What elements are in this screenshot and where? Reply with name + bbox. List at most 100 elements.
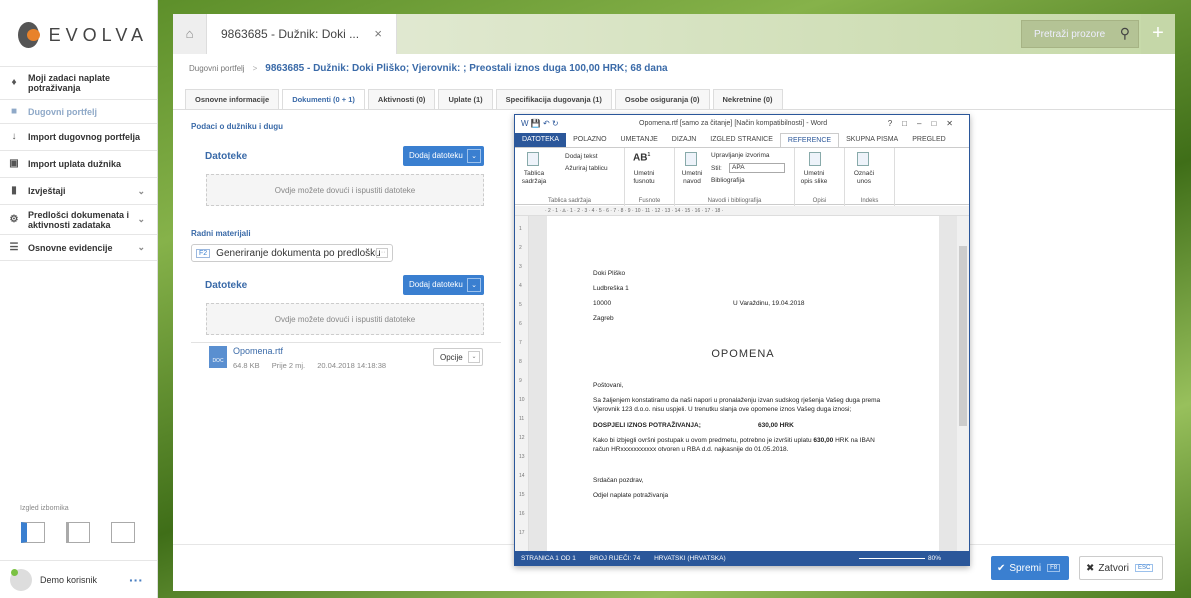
- word-tab-skupna-pisma[interactable]: SKUPNA PISMA: [839, 133, 905, 147]
- layout-option-hidden-icon[interactable]: [111, 522, 135, 543]
- layout-option-full-icon[interactable]: [21, 522, 45, 543]
- recipient-name: Doki Pliško: [593, 270, 626, 277]
- scrollbar-thumb[interactable]: [959, 246, 967, 426]
- chevron-down-icon[interactable]: ⌄: [468, 351, 480, 363]
- close-label: Zatvori: [1098, 562, 1129, 574]
- word-titlebar[interactable]: W 💾 ↶ ↻ Opomena.rtf [samo za čitanje] [N…: [515, 115, 969, 133]
- tab-osnovne-informacije[interactable]: Osnovne informacije: [185, 89, 280, 109]
- sidebar-item-import-uplata[interactable]: ▣ Import uplata dužnika: [0, 150, 157, 177]
- style-select[interactable]: APA: [729, 163, 785, 173]
- word-tab-datoteka[interactable]: DATOTEKA: [515, 133, 567, 147]
- mark-entry-icon[interactable]: [857, 152, 869, 166]
- ruler-tick: 14: [519, 473, 525, 479]
- footnote-icon[interactable]: AB1: [633, 152, 650, 163]
- language[interactable]: HRVATSKI (HRVATSKA): [654, 555, 726, 562]
- word-tab-pregled[interactable]: PREGLED: [905, 133, 952, 147]
- generate-document-button[interactable]: F2 Generiranje dokumenta po predlošku ··…: [191, 244, 393, 262]
- table-of-contents-icon[interactable]: [527, 152, 539, 166]
- vertical-scrollbar[interactable]: [957, 216, 969, 551]
- document-page[interactable]: Doki Pliško Ludbreška 1 10000 U Varaždin…: [547, 216, 939, 551]
- evolva-logo[interactable]: EVOLVA: [18, 20, 148, 50]
- window-tab[interactable]: 9863685 - Dužnik: Doki ... ×: [207, 14, 397, 54]
- word-window[interactable]: W 💾 ↶ ↻ Opomena.rtf [samo za čitanje] [N…: [514, 114, 970, 566]
- more-options-button[interactable]: ···: [376, 248, 388, 258]
- word-tab-umetanje[interactable]: UMETANJE: [614, 133, 665, 147]
- chevron-down-icon: ⌄: [137, 242, 145, 252]
- window-controls[interactable]: ?□–□✕: [888, 115, 963, 133]
- close-button[interactable]: ✖ Zatvori ESC: [1079, 556, 1163, 580]
- ruler-tick: 7: [519, 340, 522, 346]
- sidebar-item-import-portfelja[interactable]: ↓ Import dugovnog portfelja: [0, 123, 157, 150]
- word-tab-izgled-stranice[interactable]: IZGLED STRANICE: [703, 133, 780, 147]
- breadcrumb-separator: >: [252, 64, 258, 73]
- add-text-button[interactable]: Dodaj tekst: [565, 153, 598, 160]
- place-date: U Varaždinu, 19.04.2018: [733, 300, 805, 307]
- vertical-ruler[interactable]: 1 2 3 4 5 6 7 8 9 10 11 12 13 14 15 16 17: [515, 216, 529, 551]
- insert-footnote-button[interactable]: Umetni fusnotu: [629, 170, 659, 186]
- close-icon[interactable]: ×: [374, 26, 382, 41]
- sidebar-item-predlosci[interactable]: ⚙ Predlošci dokumenata i aktivnosti zada…: [0, 204, 157, 234]
- word-count[interactable]: BROJ RIJEČI: 74: [590, 555, 641, 562]
- window-search-input[interactable]: Pretraži prozore ⚲: [1021, 20, 1139, 48]
- user-panel[interactable]: Demo korisnik ···: [0, 560, 157, 598]
- breadcrumb-root[interactable]: Dugovni portfelj: [189, 64, 245, 73]
- tab-nekretnine[interactable]: Nekretnine (0): [712, 89, 783, 109]
- toc-button[interactable]: Tablica sadržaja: [519, 170, 549, 186]
- sidebar-item-izvjestaji[interactable]: ▮ Izvještaji ⌄: [0, 177, 157, 204]
- ruler-tick: 13: [519, 454, 525, 460]
- citation-icon[interactable]: [685, 152, 697, 166]
- file-options-button[interactable]: Opcije ⌄: [433, 348, 483, 366]
- search-icon[interactable]: ⚲: [1120, 25, 1130, 42]
- word-tab-reference[interactable]: REFERENCE: [779, 133, 840, 147]
- paragraph-1-line-2: Vjerovnik 123 d.o.o. nisu uspjeli. U tre…: [593, 406, 852, 413]
- word-statusbar: STRANICA 1 OD 1 BROJ RIJEČI: 74 HRVATSKI…: [515, 551, 969, 566]
- bibliography-button[interactable]: Bibliografija: [711, 177, 745, 184]
- search-placeholder: Pretraži prozore: [1034, 28, 1106, 40]
- sidebar-item-dugovni-portfelj[interactable]: ■ Dugovni portfelj: [0, 99, 157, 123]
- zoom-slider[interactable]: [859, 558, 925, 559]
- page-count[interactable]: STRANICA 1 OD 1: [521, 555, 576, 562]
- update-table-button[interactable]: Ažuriraj tablicu: [565, 165, 608, 172]
- ruler-tick: 10: [519, 397, 525, 403]
- money-icon: ▣: [9, 158, 19, 169]
- manage-sources-button[interactable]: Upravljanje izvorima: [711, 152, 770, 159]
- home-icon[interactable]: ⌂: [173, 14, 207, 54]
- tab-uplate[interactable]: Uplate (1): [438, 89, 493, 109]
- breadcrumb: Dugovni portfelj > 9863685 - Dužnik: Dok…: [189, 63, 668, 74]
- chevron-down-icon[interactable]: ⌄: [467, 149, 481, 163]
- layout-option-compact-icon[interactable]: [66, 522, 90, 543]
- sidebar-item-label: Import dugovnog portfelja: [28, 132, 140, 142]
- insert-citation-button[interactable]: Umetni navod: [679, 170, 705, 186]
- ruler-tick: 5: [519, 302, 522, 308]
- mark-entry-button[interactable]: Označi unos: [849, 170, 879, 186]
- insert-caption-button[interactable]: Umetni opis slike: [799, 170, 829, 186]
- style-label: Stil:: [711, 165, 722, 172]
- file-options-label: Opcije: [440, 353, 463, 362]
- tab-aktivnosti[interactable]: Aktivnosti (0): [367, 89, 436, 109]
- tab-divider: [173, 109, 1175, 110]
- word-tab-dizajn[interactable]: DIZAJN: [665, 133, 704, 147]
- file-name-link[interactable]: Opomena.rtf: [233, 346, 283, 356]
- user-menu-button[interactable]: ···: [129, 572, 143, 588]
- tab-dokumenti[interactable]: Dokumenti (0 + 1): [282, 89, 365, 110]
- new-window-button[interactable]: +: [1141, 14, 1175, 54]
- chevron-down-icon[interactable]: ⌄: [467, 278, 481, 292]
- due-amount-value: 630,00 HRK: [758, 422, 794, 429]
- caption-icon[interactable]: [809, 152, 821, 166]
- sidebar-item-osnovne-evidencije[interactable]: ☰ Osnovne evidencije ⌄: [0, 234, 157, 261]
- add-file-button[interactable]: Dodaj datoteku ⌄: [403, 146, 484, 166]
- ruler-tick: 2: [519, 245, 522, 251]
- detail-tabs: Osnovne informacije Dokumenti (0 + 1) Ak…: [185, 89, 786, 110]
- file-dropzone[interactable]: Ovdje možete dovući i ispustiti datoteke: [206, 174, 484, 206]
- word-tab-polazno[interactable]: POLAZNO: [566, 133, 613, 147]
- horizontal-ruler[interactable]: · 2 · 1 · ∆ · 1 · 2 · 3 · 4 · 5 · 6 · 7 …: [515, 206, 969, 216]
- save-button[interactable]: ✔ Spremi F8: [991, 556, 1069, 580]
- word-quick-access-icons[interactable]: W 💾 ↶ ↻: [521, 115, 559, 133]
- tab-osobe-osiguranja[interactable]: Osobe osiguranja (0): [614, 89, 710, 109]
- zoom-level[interactable]: 80%: [928, 551, 941, 566]
- add-file-button[interactable]: Dodaj datoteku ⌄: [403, 275, 484, 295]
- file-dropzone[interactable]: Ovdje možete dovući i ispustiti datoteke: [206, 303, 484, 335]
- sidebar-item-moji-zadaci[interactable]: ♦ Moji zadaci naplate potraživanja: [0, 66, 157, 99]
- tab-specifikacija-dugovanja[interactable]: Specifikacija dugovanja (1): [495, 89, 612, 109]
- greeting: Poštovani,: [593, 382, 624, 389]
